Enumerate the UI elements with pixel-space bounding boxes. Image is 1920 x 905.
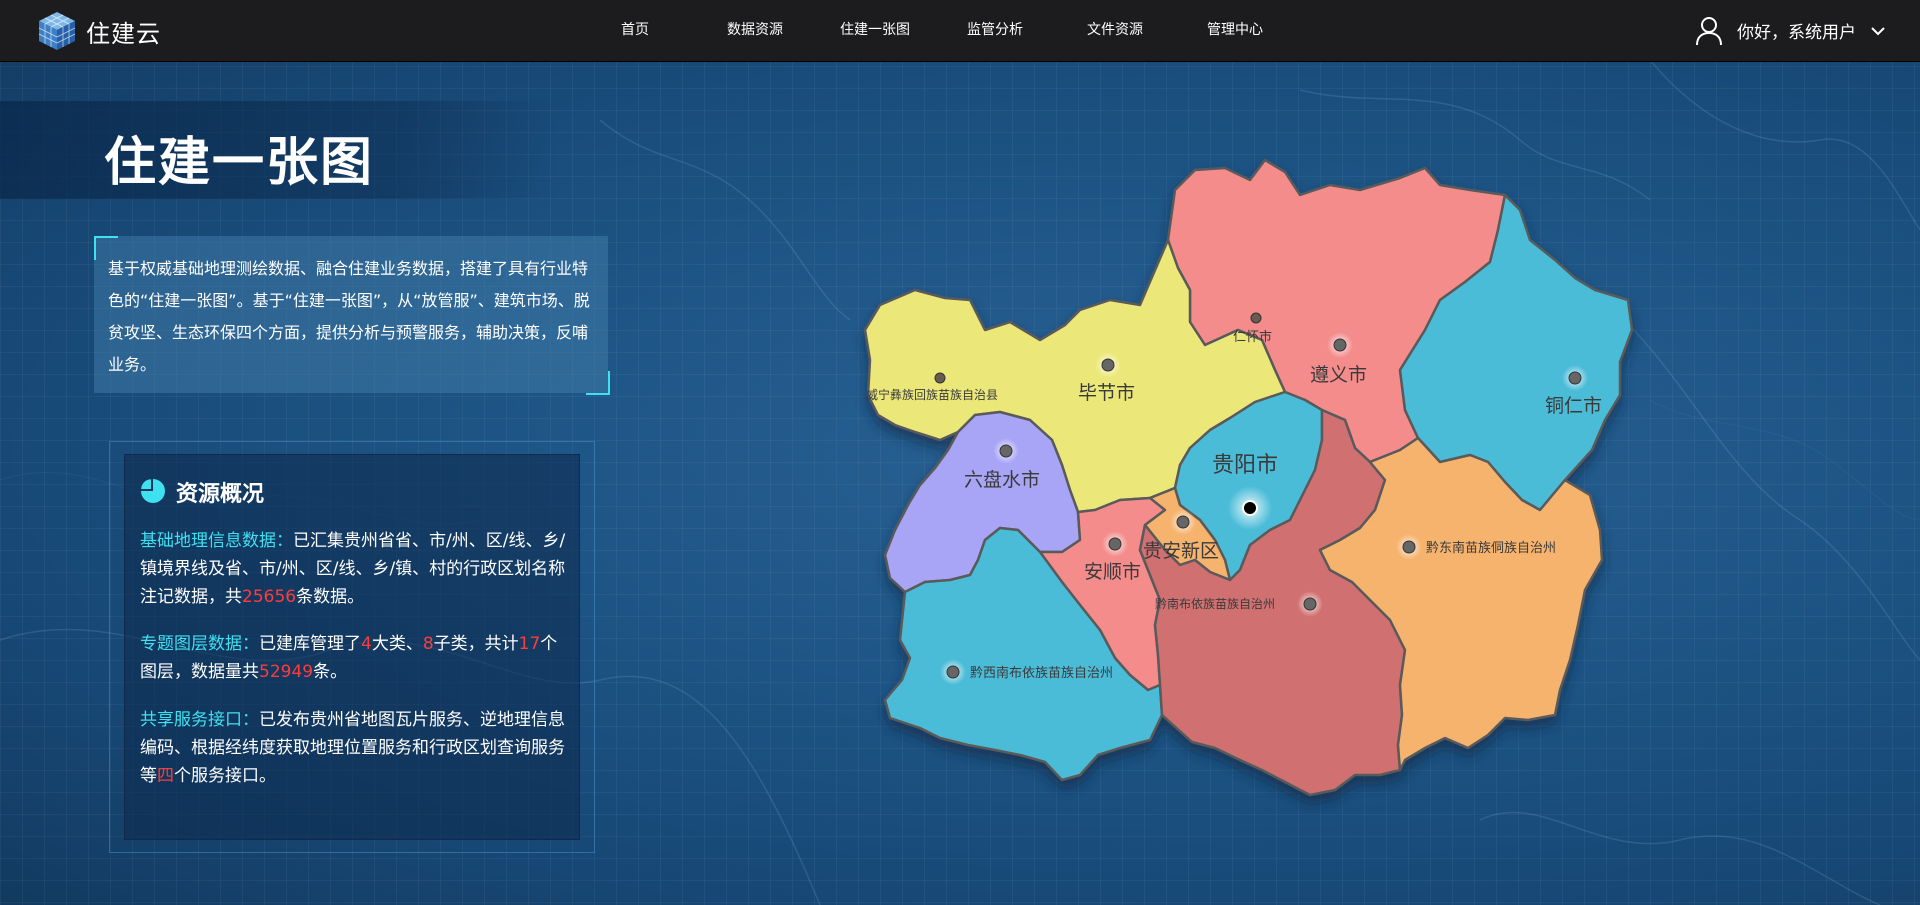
label-guiyang[interactable]: 贵阳市 xyxy=(1212,453,1278,478)
label-tongren[interactable]: 铜仁市 xyxy=(1545,395,1602,417)
user-greeting: 你好，系统用户 xyxy=(1737,23,1856,43)
resource-text: 子类，共计 xyxy=(433,634,519,654)
resource-count: 8 xyxy=(422,634,434,654)
label-bijie[interactable]: 毕节市 xyxy=(1078,382,1135,404)
resource-label: 专题图层数据： xyxy=(140,634,259,654)
nav-item-data-resources[interactable]: 数据资源 xyxy=(695,0,815,61)
main-nav: 首页 数据资源 住建一张图 监管分析 文件资源 管理中心 xyxy=(575,0,1295,61)
nav-item-supervision[interactable]: 监管分析 xyxy=(935,0,1055,61)
resource-count: 四 xyxy=(157,766,174,786)
nav-item-home[interactable]: 首页 xyxy=(575,0,695,61)
page-title: 住建一张图 xyxy=(104,133,375,193)
resource-count: 25656 xyxy=(242,587,297,607)
resource-text: 条数据。 xyxy=(296,587,365,607)
user-icon xyxy=(1696,16,1722,45)
nav-item-file-resources[interactable]: 文件资源 xyxy=(1055,0,1175,61)
label-qianxinan[interactable]: 黔西南布依族苗族自治州 xyxy=(970,665,1113,681)
guizhou-map: 遵义市 铜仁市 毕节市 六盘水市 贵阳市 贵安新区 安顺市 黔南布依族苗族自治州… xyxy=(863,158,1634,797)
resource-count: 52949 xyxy=(259,662,314,682)
label-anshun[interactable]: 安顺市 xyxy=(1084,561,1141,583)
cube-logo-icon xyxy=(38,12,76,50)
chevron-down-icon[interactable] xyxy=(1870,23,1886,39)
resource-title: 资源概况 xyxy=(176,482,265,507)
resource-count: 4 xyxy=(361,634,372,654)
nav-item-one-map[interactable]: 住建一张图 xyxy=(815,0,935,61)
resource-text: 已建库管理了 xyxy=(259,634,361,654)
label-renhuai[interactable]: 仁怀市 xyxy=(1233,329,1272,345)
label-weining[interactable]: 威宁彝族回族苗族自治县 xyxy=(866,387,998,402)
label-liupanshui[interactable]: 六盘水市 xyxy=(964,469,1040,491)
intro-text: 基于权威基础地理测绘数据、融合住建业务数据，搭建了具有行业特色的“住建一张图”。… xyxy=(108,259,590,374)
top-navigation-bar: 住建云 首页 数据资源 住建一张图 监管分析 文件资源 管理中心 你好，系统用户 xyxy=(0,0,1920,62)
label-qiannan[interactable]: 黔南布依族苗族自治州 xyxy=(1155,596,1275,611)
resource-item-thematic-layers: 专题图层数据：已建库管理了4大类、8子类，共计17个图层，数据量共52949条。 xyxy=(140,630,570,686)
label-guian[interactable]: 贵安新区 xyxy=(1143,540,1219,562)
resource-count: 17 xyxy=(518,634,541,654)
resource-label: 基础地理信息数据： xyxy=(140,531,293,551)
pie-chart-icon xyxy=(141,479,165,503)
resource-item-base-geo: 基础地理信息数据：已汇集贵州省省、市/州、区/线、乡/镇境界线及省、市/州、区/… xyxy=(140,527,570,611)
label-zunyi[interactable]: 遵义市 xyxy=(1310,364,1367,386)
user-menu[interactable]: 你好，系统用户 xyxy=(1695,0,1886,61)
label-qiandongnan[interactable]: 黔东南苗族侗族自治州 xyxy=(1426,540,1556,556)
brand-name[interactable]: 住建云 xyxy=(86,14,161,49)
resource-label: 共享服务接口： xyxy=(140,710,259,730)
resource-item-shared-services: 共享服务接口：已发布贵州省地图瓦片服务、逆地理信息编码、根据经纬度获取地理位置服… xyxy=(140,706,570,790)
resource-text: 个服务接口。 xyxy=(174,766,276,786)
resource-text: 条。 xyxy=(313,662,348,682)
resource-text: 大类、 xyxy=(371,634,423,654)
nav-item-admin[interactable]: 管理中心 xyxy=(1175,0,1295,61)
